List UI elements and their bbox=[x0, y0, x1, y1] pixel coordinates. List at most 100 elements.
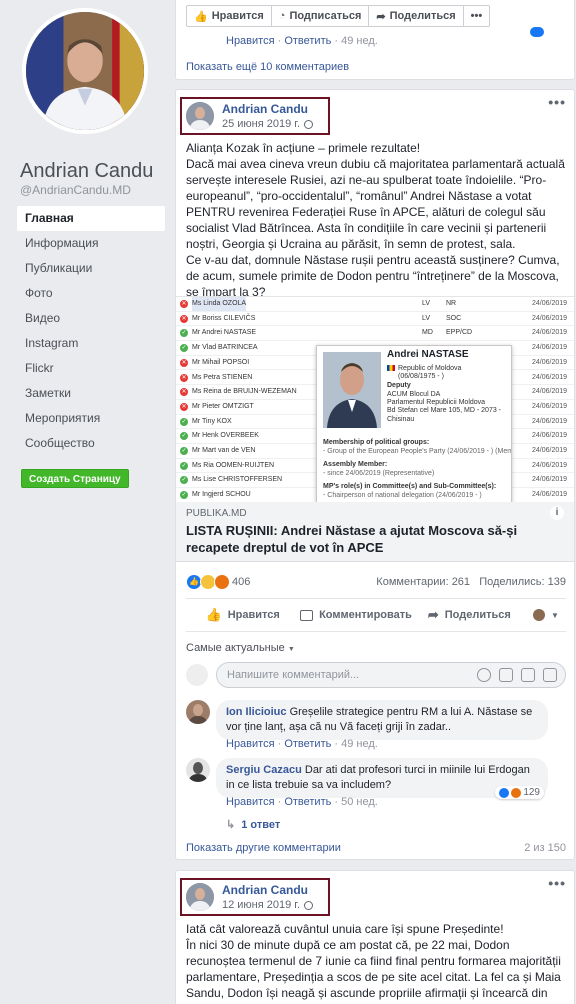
vote-country: LV bbox=[422, 314, 431, 322]
post-card: Andrian Candu 25 июня 2019 г. ••• Alianț… bbox=[175, 89, 575, 860]
like-button[interactable]: 👍 Нравится bbox=[186, 607, 299, 623]
reaction-count[interactable]: 406 bbox=[232, 576, 250, 588]
vote-date: 24/06/2019 bbox=[532, 461, 568, 469]
comment-composer: Напишите комментарий... bbox=[186, 660, 566, 690]
comment-reply-link[interactable]: Ответить bbox=[284, 35, 331, 47]
like-page-button[interactable]: 👍 Нравится bbox=[187, 6, 272, 26]
share-page-button[interactable]: ➦ Поделиться bbox=[369, 6, 464, 26]
page-action-bar: 👍 Нравится ◔ Подписаться ➦ Поделиться ••• bbox=[186, 5, 491, 27]
vote-date: 24/06/2019 bbox=[532, 373, 568, 381]
vote-member-name: Ms Lise CHRISTOFFERSEN bbox=[192, 476, 283, 484]
vote-date: 24/06/2019 bbox=[532, 491, 568, 499]
current-user-avatar bbox=[186, 664, 208, 686]
comment-count[interactable]: Комментарии: 261 bbox=[376, 576, 470, 588]
post-text: Iată cât valorează cuvântul unuia care î… bbox=[186, 922, 561, 1004]
page-handle: @AndrianCandu.MD bbox=[20, 183, 131, 197]
post-author[interactable]: Andrian Candu bbox=[222, 883, 308, 897]
nav-community[interactable]: Сообщество bbox=[17, 431, 165, 456]
comments-footer: Показать другие комментарии 2 из 150 bbox=[186, 842, 566, 854]
page-avatar-icon bbox=[533, 609, 546, 621]
share-arrow-icon: ➦ bbox=[376, 10, 386, 23]
post-options-button[interactable]: ••• bbox=[548, 875, 566, 891]
angry-reaction-icon bbox=[214, 574, 230, 590]
vote-yes-icon: ✓ bbox=[180, 344, 188, 353]
profile-picture[interactable] bbox=[22, 8, 148, 134]
commenter-avatar[interactable] bbox=[186, 700, 210, 724]
vote-yes-icon: ✓ bbox=[180, 447, 188, 455]
nav-posts[interactable]: Публикации bbox=[17, 256, 165, 281]
vote-yes-icon: ✓ bbox=[180, 491, 188, 500]
post-header: Andrian Candu 25 июня 2019 г. bbox=[180, 97, 330, 135]
vote-no-icon: ✕ bbox=[180, 402, 188, 411]
page-name[interactable]: Andrian Candu bbox=[20, 160, 153, 183]
link-title[interactable]: LISTA RUȘINII: Andrei Năstase a ajutat M… bbox=[186, 522, 556, 556]
show-other-comments-link[interactable]: Показать другие комментарии bbox=[186, 842, 341, 854]
vote-member-name: Mr Henk OVERBEEK bbox=[192, 432, 259, 440]
mp-name: Andrei NASTASE bbox=[387, 349, 469, 360]
comment-reply-link[interactable]: Ответить bbox=[284, 738, 331, 750]
comment-reply-link[interactable]: Ответить bbox=[284, 796, 331, 808]
info-icon[interactable]: i bbox=[550, 506, 564, 520]
post-text: Alianța Kozak în acțiune – primele rezul… bbox=[186, 141, 565, 299]
post-as-selector[interactable]: ▼ bbox=[526, 609, 566, 621]
comment-like-link[interactable]: Нравится bbox=[226, 738, 275, 750]
subscribe-button[interactable]: ◔ Подписаться bbox=[272, 6, 370, 26]
link-preview-image[interactable]: ✕ Ms Linda OZOLA LV NR 24/06/2019 ✕ Mr Boriss … bbox=[176, 296, 574, 502]
nav-events[interactable]: Мероприятия bbox=[17, 406, 165, 431]
camera-icon[interactable] bbox=[499, 668, 513, 682]
haha-reaction-icon bbox=[511, 787, 522, 798]
create-page-button[interactable]: Создать Страницу bbox=[21, 469, 129, 488]
vote-member-name: Mr Tiny KOX bbox=[192, 417, 232, 425]
post-options-button[interactable]: ••• bbox=[548, 94, 566, 110]
post-date[interactable]: 12 июня 2019 г. bbox=[222, 899, 314, 911]
comment-icon bbox=[300, 609, 314, 621]
view-replies-link[interactable]: ↳ 1 ответ bbox=[226, 818, 280, 832]
thumbs-up-icon: 👍 bbox=[194, 10, 208, 23]
comment-input[interactable]: Напишите комментарий... bbox=[216, 662, 566, 688]
vote-no-icon: ✕ bbox=[180, 314, 188, 323]
author-avatar[interactable] bbox=[186, 102, 214, 130]
sticker-icon[interactable] bbox=[543, 668, 557, 682]
comment-sort-dropdown[interactable]: Самые актуальные ▼ bbox=[186, 642, 295, 654]
nav-videos[interactable]: Видео bbox=[17, 306, 165, 331]
post-date[interactable]: 25 июня 2019 г. bbox=[222, 118, 314, 130]
vote-date: 24/06/2019 bbox=[532, 344, 568, 352]
post-action-bar: 👍 Нравится Комментировать ➦ Поделиться ▼ bbox=[186, 598, 566, 632]
post-author[interactable]: Andrian Candu bbox=[222, 102, 308, 116]
comment-like-link[interactable]: Нравится bbox=[226, 35, 275, 47]
vote-date: 24/06/2019 bbox=[532, 300, 568, 307]
chevron-down-icon: ▼ bbox=[287, 646, 295, 653]
nav-info[interactable]: Информация bbox=[17, 231, 165, 256]
mp-photo bbox=[323, 352, 381, 428]
share-button[interactable]: ➦ Поделиться bbox=[413, 607, 526, 623]
nav-flickr[interactable]: Flickr bbox=[17, 356, 165, 381]
vote-yes-icon: ✓ bbox=[180, 417, 188, 426]
comment-like-link[interactable]: Нравится bbox=[226, 796, 275, 808]
vote-country: LV bbox=[422, 300, 431, 307]
share-count[interactable]: Поделились: 139 bbox=[479, 576, 566, 588]
comment-reactions[interactable]: 129 bbox=[495, 786, 544, 799]
nav-home[interactable]: Главная bbox=[17, 206, 165, 231]
vote-no-icon: ✕ bbox=[180, 300, 188, 308]
more-options-button[interactable]: ••• bbox=[464, 6, 490, 26]
share-arrow-icon: ➦ bbox=[427, 607, 439, 622]
nav-instagram[interactable]: Instagram bbox=[17, 331, 165, 356]
author-avatar[interactable] bbox=[186, 883, 214, 911]
reaction-icons[interactable]: 👍 bbox=[186, 574, 230, 590]
nav-photos[interactable]: Фото bbox=[17, 281, 165, 306]
vote-member-name: Ms Ria OOMEN-RUIJTEN bbox=[192, 461, 275, 469]
vote-member-name: Mr Mart van de VEN bbox=[192, 447, 256, 454]
thumbs-up-icon: 👍 bbox=[205, 607, 222, 622]
rss-icon: ◔ bbox=[278, 10, 286, 22]
commenter-avatar[interactable] bbox=[186, 758, 210, 782]
commenter-name[interactable]: Ion Ilicioiuc bbox=[226, 706, 287, 718]
show-more-comments-link[interactable]: Показать ещё 10 комментариев bbox=[186, 61, 349, 73]
emoji-icon[interactable] bbox=[477, 668, 491, 682]
link-preview-meta[interactable]: i PUBLIKA.MD LISTA RUȘINII: Andrei Năsta… bbox=[176, 502, 574, 562]
vote-member-name: Mr Vlad BATRINCEA bbox=[192, 344, 258, 352]
nav-notes[interactable]: Заметки bbox=[17, 381, 165, 406]
comment-button[interactable]: Комментировать bbox=[299, 609, 412, 621]
gif-icon[interactable] bbox=[521, 668, 535, 682]
commenter-name[interactable]: Sergiu Cazacu bbox=[226, 764, 302, 776]
comment-bubble: Ion Ilicioiuc Greșelile strategice pentr… bbox=[216, 700, 548, 740]
